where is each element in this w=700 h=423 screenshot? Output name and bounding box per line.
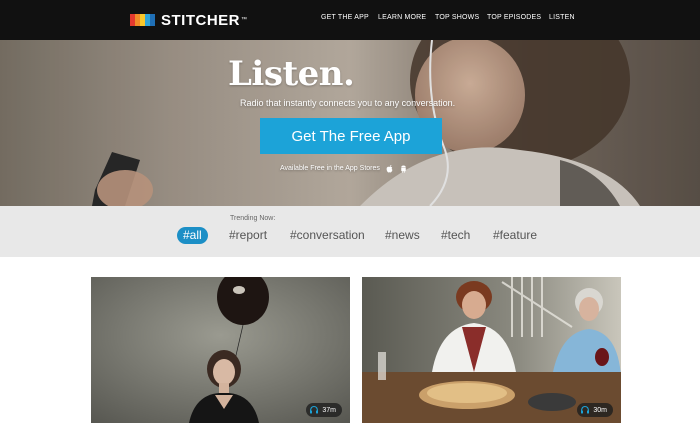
tag-news[interactable]: #news — [385, 227, 420, 244]
nav-links: GET THE APP LEARN MORE TOP SHOWS TOP EPI… — [0, 14, 700, 26]
episode-card-image — [91, 277, 350, 423]
nav-listen[interactable]: LISTEN — [549, 14, 575, 21]
tag-feature[interactable]: #feature — [493, 227, 537, 244]
episode-card[interactable]: 37m — [91, 277, 350, 423]
nav-top-episodes[interactable]: TOP EPISODES — [487, 14, 541, 21]
apple-icon[interactable] — [385, 164, 394, 173]
nav-learn-more[interactable]: LEARN MORE — [378, 14, 426, 21]
android-icon[interactable] — [399, 164, 408, 173]
duration-badge: 30m — [577, 403, 613, 417]
top-nav: STITCHER ™ GET THE APP LEARN MORE TOP SH… — [0, 0, 700, 40]
episode-card[interactable]: 30m — [362, 277, 621, 423]
trending-bar: Trending Now: #all #report #conversation… — [0, 206, 700, 257]
get-free-app-button[interactable]: Get The Free App — [260, 118, 442, 154]
duration-badge: 37m — [306, 403, 342, 417]
hero-banner: Listen. Radio that instantly connects yo… — [0, 40, 700, 206]
headphones-icon — [310, 405, 319, 414]
tag-all[interactable]: #all — [177, 227, 208, 244]
app-stores-text: Available Free in the App Stores — [280, 165, 380, 172]
episode-card-image — [362, 277, 621, 423]
app-stores-info: Available Free in the App Stores — [280, 164, 408, 173]
nav-get-the-app[interactable]: GET THE APP — [321, 14, 369, 21]
tag-conversation[interactable]: #conversation — [290, 227, 365, 244]
tag-tech[interactable]: #tech — [441, 227, 470, 244]
duration-text: 37m — [322, 406, 336, 414]
duration-text: 30m — [593, 406, 607, 414]
tag-report[interactable]: #report — [229, 227, 267, 244]
headphones-icon — [581, 405, 590, 414]
nav-top-shows[interactable]: TOP SHOWS — [435, 14, 479, 21]
hero-subtitle: Radio that instantly connects you to any… — [240, 98, 456, 108]
hero-title: Listen. — [228, 54, 355, 94]
trending-label: Trending Now: — [230, 215, 276, 222]
